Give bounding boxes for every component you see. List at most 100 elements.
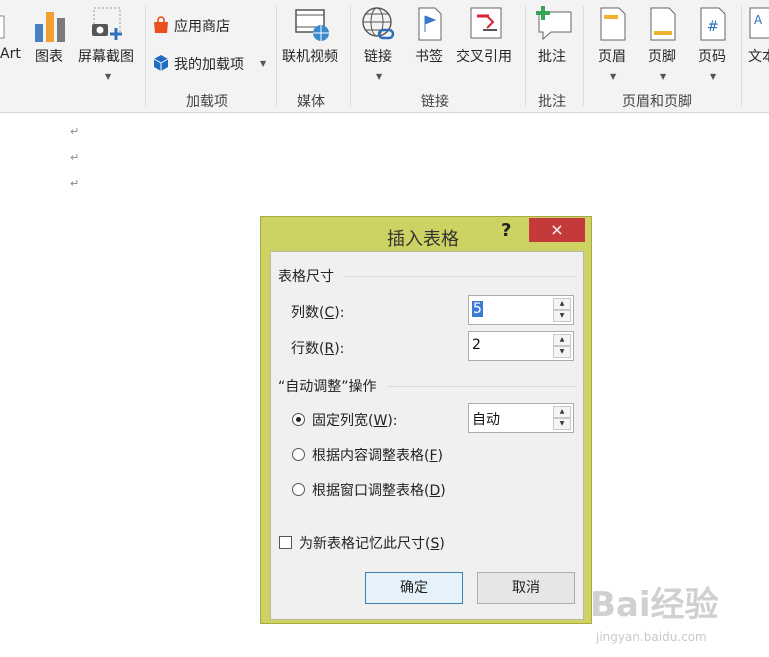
svg-text:A: A: [754, 13, 763, 27]
fixed-width-label[interactable]: 固定列宽(W):: [312, 410, 398, 430]
ribbon-separator: [276, 6, 277, 106]
link-dropdown-icon[interactable]: ▼: [376, 72, 382, 81]
header-icon: [600, 7, 626, 41]
bookmark-icon: [418, 7, 442, 41]
footer-dropdown-icon[interactable]: ▼: [660, 72, 666, 81]
ribbon: Art 图表 屏幕截图 ▼ 应用商店 我的加载项 ▼ 加载项 联机视频 媒体 链…: [0, 0, 769, 113]
text-box-icon: A: [749, 7, 769, 39]
screenshot-label: 屏幕截图: [78, 49, 134, 65]
paragraph-mark: ↵: [70, 125, 80, 138]
ribbon-separator: [145, 6, 146, 106]
footer-icon: [650, 7, 676, 41]
bookmark-button[interactable]: 书签: [410, 0, 450, 80]
fit-content-radio[interactable]: [292, 448, 305, 461]
rows-spinner[interactable]: 2 ▲ ▼: [468, 331, 574, 361]
decrement-icon[interactable]: ▼: [553, 310, 571, 322]
close-button[interactable]: ×: [529, 218, 585, 242]
my-addins-label: 我的加载项: [174, 57, 244, 73]
paragraph-mark: ↵: [70, 151, 80, 164]
page-number-label: 页码: [698, 49, 726, 65]
fixed-width-input[interactable]: 自动: [472, 409, 500, 429]
bookmark-label: 书签: [415, 49, 443, 65]
screenshot-icon: [92, 7, 122, 40]
store-button[interactable]: 应用商店: [152, 14, 262, 38]
media-group-label: 媒体: [297, 94, 325, 110]
fit-window-radio[interactable]: [292, 483, 305, 496]
section-divider: [343, 276, 577, 277]
text-button[interactable]: A 文本: [746, 0, 769, 80]
smartart-icon: [0, 15, 5, 39]
close-icon: ×: [550, 220, 564, 239]
paragraph-mark: ↵: [70, 177, 80, 190]
header-button[interactable]: 页眉 ▼: [592, 0, 634, 86]
decrement-icon[interactable]: ▼: [553, 346, 571, 358]
fixed-width-spinner[interactable]: 自动 ▲ ▼: [468, 403, 574, 433]
my-addins-button[interactable]: 我的加载项 ▼: [152, 52, 272, 76]
watermark-url: jingyan.baidu.com: [596, 630, 707, 644]
decrement-icon[interactable]: ▼: [553, 418, 571, 430]
chart-icon: [35, 12, 65, 42]
watermark-logo: Bai经验: [590, 585, 719, 625]
comment-button[interactable]: 批注: [532, 0, 574, 80]
smartart-label: Art: [0, 46, 21, 62]
smartart-button[interactable]: Art: [0, 0, 24, 80]
header-dropdown-icon[interactable]: ▼: [610, 72, 616, 81]
rows-input[interactable]: 2: [472, 337, 481, 353]
ribbon-separator: [583, 6, 584, 106]
table-size-section-title: 表格尺寸: [278, 269, 334, 285]
cross-reference-icon: [470, 7, 502, 39]
remember-size-checkbox[interactable]: [279, 536, 292, 549]
store-icon: [154, 16, 168, 33]
increment-icon[interactable]: ▲: [553, 334, 571, 346]
cross-reference-button[interactable]: 交叉引用: [455, 0, 521, 80]
fixed-width-radio[interactable]: [292, 413, 305, 426]
spinner-buttons: ▲ ▼: [553, 298, 571, 322]
columns-input[interactable]: 5: [472, 301, 483, 317]
ribbon-separator: [525, 6, 526, 106]
fit-content-label[interactable]: 根据内容调整表格(F): [312, 445, 443, 465]
autofit-section-title: “自动调整”操作: [278, 379, 377, 395]
addins-icon: [153, 55, 169, 71]
cancel-button[interactable]: 取消: [477, 572, 575, 604]
help-button[interactable]: ?: [501, 220, 511, 241]
store-label: 应用商店: [174, 19, 230, 35]
footer-button[interactable]: 页脚 ▼: [642, 0, 684, 86]
link-button[interactable]: 链接 ▼: [358, 0, 400, 86]
text-label: 文本: [748, 49, 769, 65]
increment-icon[interactable]: ▲: [553, 406, 571, 418]
section-divider: [387, 386, 577, 387]
dialog-title: 插入表格: [387, 229, 459, 250]
online-video-button[interactable]: 联机视频: [280, 0, 346, 80]
online-video-label: 联机视频: [282, 49, 338, 65]
insert-table-dialog: 插入表格 ? × 表格尺寸 列数(C): 5 ▲ ▼ 行数(R): 2 ▲ ▼ …: [260, 216, 592, 624]
online-video-icon: [295, 9, 329, 41]
ribbon-separator: [741, 6, 742, 106]
increment-icon[interactable]: ▲: [553, 298, 571, 310]
links-group-label: 链接: [421, 94, 449, 110]
columns-spinner[interactable]: 5 ▲ ▼: [468, 295, 574, 325]
footer-label: 页脚: [648, 49, 676, 65]
ok-button[interactable]: 确定: [365, 572, 463, 604]
remember-size-label[interactable]: 为新表格记忆此尺寸(S): [299, 533, 445, 553]
link-label: 链接: [364, 49, 392, 65]
my-addins-dropdown-icon[interactable]: ▼: [260, 59, 266, 68]
page-number-dropdown-icon[interactable]: ▼: [710, 72, 716, 81]
header-label: 页眉: [598, 49, 626, 65]
screenshot-button[interactable]: 屏幕截图 ▼: [76, 0, 140, 86]
columns-label: 列数(C):: [291, 305, 345, 321]
comments-group-label: 批注: [538, 94, 566, 110]
chart-label: 图表: [35, 49, 63, 65]
chart-button[interactable]: 图表: [32, 0, 68, 80]
ribbon-separator: [350, 6, 351, 106]
spinner-buttons: ▲ ▼: [553, 406, 571, 430]
link-icon: [362, 7, 395, 40]
svg-text:#: #: [707, 19, 719, 35]
rows-label: 行数(R):: [291, 341, 345, 357]
cross-reference-label: 交叉引用: [456, 49, 512, 65]
page-number-button[interactable]: # 页码 ▼: [692, 0, 734, 86]
dialog-body: 表格尺寸 列数(C): 5 ▲ ▼ 行数(R): 2 ▲ ▼ “自动调整”操作 …: [270, 251, 584, 620]
addins-group-label: 加载项: [186, 94, 228, 110]
spinner-buttons: ▲ ▼: [553, 334, 571, 358]
fit-window-label[interactable]: 根据窗口调整表格(D): [312, 480, 446, 500]
screenshot-dropdown-icon[interactable]: ▼: [105, 72, 111, 81]
